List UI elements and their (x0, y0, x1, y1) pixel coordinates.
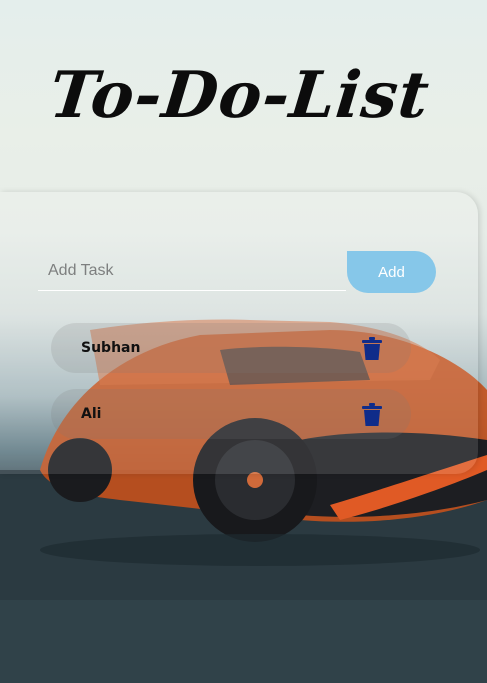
page-title: To-Do-List (46, 58, 434, 133)
delete-task-button[interactable] (361, 403, 383, 427)
trash-icon (362, 403, 382, 426)
list-item: Subhan (51, 323, 411, 373)
list-item: Ali (51, 389, 411, 439)
add-task-form: Add (38, 251, 436, 293)
trash-icon (362, 337, 382, 360)
add-button[interactable]: Add (347, 251, 436, 293)
task-text: Subhan (81, 340, 141, 356)
task-text: Ali (81, 406, 102, 422)
app-page: To-Do-List Add Subhan Ali (0, 0, 487, 683)
delete-task-button[interactable] (361, 337, 383, 361)
task-list: Subhan Ali (51, 323, 411, 455)
task-input[interactable] (38, 251, 346, 291)
